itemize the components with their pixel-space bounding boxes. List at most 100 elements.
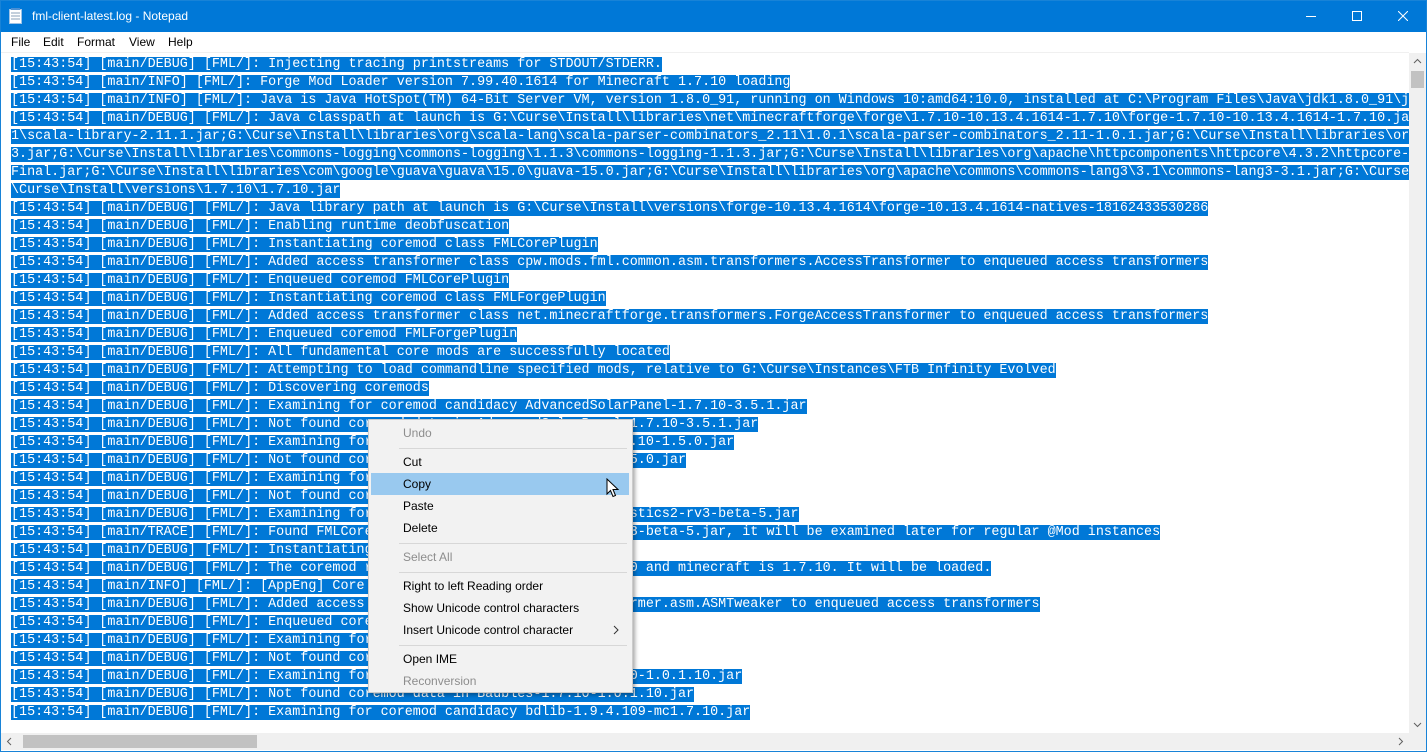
log-line-text: [15:43:54] [main/DEBUG] [FML/]: Enqueued… [11,615,397,630]
menu-bar: File Edit Format View Help [1,32,1426,52]
ctx-delete-label: Delete [403,521,438,535]
log-line-text: [15:43:54] [main/DEBUG] [FML/]: Instanti… [11,237,598,252]
log-line: [15:43:54] [main/DEBUG] [FML/]: Examinin… [11,434,1409,452]
title-bar[interactable]: fml-client-latest.log - Notepad [1,1,1426,32]
window-title: fml-client-latest.log - Notepad [32,9,189,23]
log-line-text: [15:43:54] [main/DEBUG] [FML/]: All fund… [11,345,670,360]
log-line-text: [15:43:54] [main/DEBUG] [FML/]: Java lib… [11,201,1209,216]
scrollbar-corner [1409,733,1426,750]
horizontal-scroll-thumb[interactable] [23,735,257,748]
scroll-down-arrow-icon[interactable] [1409,716,1426,733]
log-line-text: 3.jar;G:\Curse\Install\libraries\commons… [11,147,1409,162]
log-line: \Curse\Install\versions\1.7.10\1.7.10.ja… [11,182,1409,200]
log-line-text: [15:43:54] [main/DEBUG] [FML/]: Instanti… [11,291,606,306]
close-icon [1398,11,1408,21]
log-line: [15:43:54] [main/DEBUG] [FML/]: Examinin… [11,668,1409,686]
ctx-cut-label: Cut [403,455,422,469]
log-line: [15:43:54] [main/DEBUG] [FML/]: Enqueued… [11,614,1409,632]
log-line-text: [15:43:54] [main/INFO] [FML/]: [AppEng] … [11,579,405,594]
ctx-reconversion[interactable]: Reconversion [371,670,629,692]
ctx-show-unicode-control[interactable]: Show Unicode control characters [371,597,629,619]
ctx-cut[interactable]: Cut [371,451,629,473]
log-line: [15:43:54] [main/DEBUG] [FML/]: Instanti… [11,542,1409,560]
log-line: [15:43:54] [main/TRACE] [FML/]: Found FM… [11,524,1409,542]
menu-edit[interactable]: Edit [43,34,64,50]
ctx-separator [399,543,627,544]
log-line-text: [15:43:54] [main/DEBUG] [FML/]: Examinin… [11,399,807,414]
log-line: 3.jar;G:\Curse\Install\libraries\commons… [11,146,1409,164]
log-line-text: [15:43:54] [main/DEBUG] [FML/]: Enabling… [11,219,510,234]
close-button[interactable] [1380,1,1426,32]
log-line: [15:43:54] [main/DEBUG] [FML/]: Discover… [11,380,1409,398]
scroll-right-arrow-icon[interactable] [1392,733,1409,750]
ctx-insert-unicode-control[interactable]: Insert Unicode control character [371,619,629,641]
log-line: [15:43:54] [main/DEBUG] [FML/]: Examinin… [11,632,1409,650]
log-line-text: [15:43:54] [main/DEBUG] [FML/]: Added ac… [11,255,1209,270]
menu-file[interactable]: File [11,34,30,50]
menu-format[interactable]: Format [77,34,115,50]
log-line: [15:43:54] [main/DEBUG] [FML/]: All fund… [11,344,1409,362]
vertical-scrollbar[interactable] [1409,53,1426,733]
ctx-separator [399,572,627,573]
ctx-open-ime[interactable]: Open IME [371,648,629,670]
ctx-copy-label: Copy [403,477,432,491]
log-line: [15:43:54] [main/DEBUG] [FML/]: Not foun… [11,488,1409,506]
log-line-text: [15:43:54] [main/DEBUG] [FML/]: Added ac… [11,309,1209,324]
log-line-text: \Curse\Install\versions\1.7.10\1.7.10.ja… [11,183,341,198]
ctx-select-all-label: Select All [403,550,453,564]
ctx-separator [399,645,627,646]
log-line: Final.jar;G:\Curse\Install\libraries\com… [11,164,1409,182]
notepad-icon [9,8,22,24]
horizontal-scrollbar[interactable] [1,733,1409,750]
ctx-open-ime-label: Open IME [403,652,458,666]
minimize-button[interactable] [1288,1,1334,32]
ctx-copy[interactable]: Copy [371,473,629,495]
minimize-icon [1306,16,1316,17]
log-line-text: [15:43:54] [main/INFO] [FML/]: Forge Mod… [11,75,791,90]
log-line: [15:43:54] [main/DEBUG] [FML/]: Instanti… [11,236,1409,254]
ctx-delete[interactable]: Delete [371,517,629,539]
log-line-text: 1\scala-library-2.11.1.jar;G:\Curse\Inst… [11,129,1409,144]
notepad-window: fml-client-latest.log - Notepad File Edi… [0,0,1427,752]
log-line: [15:43:54] [main/DEBUG] [FML/]: Java lib… [11,200,1409,218]
text-editor-area[interactable]: [15:43:54] [main/DEBUG] [FML/]: Injectin… [1,52,1409,734]
ctx-paste[interactable]: Paste [371,495,629,517]
editor-lines: [15:43:54] [main/DEBUG] [FML/]: Injectin… [11,56,1409,722]
log-line-text: [15:43:54] [main/DEBUG] [FML/]: Java cla… [11,111,1409,126]
log-line: [15:43:54] [main/DEBUG] [FML/]: The core… [11,560,1409,578]
scroll-left-arrow-icon[interactable] [1,733,18,750]
ctx-separator [399,448,627,449]
log-line: [15:43:54] [main/INFO] [FML/]: [AppEng] … [11,578,1409,596]
ctx-rtl-reading-order[interactable]: Right to left Reading order [371,575,629,597]
log-line: [15:43:54] [main/INFO] [FML/]: Java is J… [11,92,1409,110]
vertical-scroll-thumb[interactable] [1411,71,1424,88]
log-line: [15:43:54] [main/DEBUG] [FML/]: Enabling… [11,218,1409,236]
log-line-text: Final.jar;G:\Curse\Install\libraries\com… [11,165,1409,180]
log-line: [15:43:54] [main/DEBUG] [FML/]: Enqueued… [11,272,1409,290]
log-line: [15:43:54] [main/DEBUG] [FML/]: Added ac… [11,254,1409,272]
log-line-text: [15:43:54] [main/DEBUG] [FML/]: Discover… [11,381,429,396]
log-line: [15:43:54] [main/DEBUG] [FML/]: Java cla… [11,110,1409,128]
log-line: [15:43:54] [main/DEBUG] [FML/]: Not foun… [11,686,1409,704]
ctx-undo[interactable]: Undo [371,422,629,444]
menu-view[interactable]: View [129,34,155,50]
log-line-text: [15:43:54] [main/INFO] [FML/]: Java is J… [11,93,1409,108]
log-line: [15:43:54] [main/DEBUG] [FML/]: Enqueued… [11,326,1409,344]
log-line: [15:43:54] [main/DEBUG] [FML/]: Not foun… [11,416,1409,434]
log-line: [15:43:54] [main/DEBUG] [FML/]: Examinin… [11,704,1409,722]
ctx-insert-unicode-label: Insert Unicode control character [403,623,574,637]
log-line: [15:43:54] [main/DEBUG] [FML/]: Added ac… [11,596,1409,614]
log-line: [15:43:54] [main/DEBUG] [FML/]: Instanti… [11,290,1409,308]
ctx-select-all[interactable]: Select All [371,546,629,568]
menu-help[interactable]: Help [168,34,193,50]
log-line: [15:43:54] [main/DEBUG] [FML/]: Attempti… [11,362,1409,380]
scroll-up-arrow-icon[interactable] [1409,53,1426,70]
log-line-text: [15:43:54] [main/DEBUG] [FML/]: Injectin… [11,57,662,72]
chevron-right-icon [613,619,619,648]
maximize-button[interactable] [1334,1,1380,32]
log-line: [15:43:54] [main/DEBUG] [FML/]: Not foun… [11,452,1409,470]
log-line-text: [15:43:54] [main/DEBUG] [FML/]: Enqueued… [11,327,518,342]
log-line-text: [15:43:54] [main/DEBUG] [FML/]: Attempti… [11,363,1056,378]
log-line: [15:43:54] [main/DEBUG] [FML/]: Injectin… [11,56,1409,74]
log-line: 1\scala-library-2.11.1.jar;G:\Curse\Inst… [11,128,1409,146]
